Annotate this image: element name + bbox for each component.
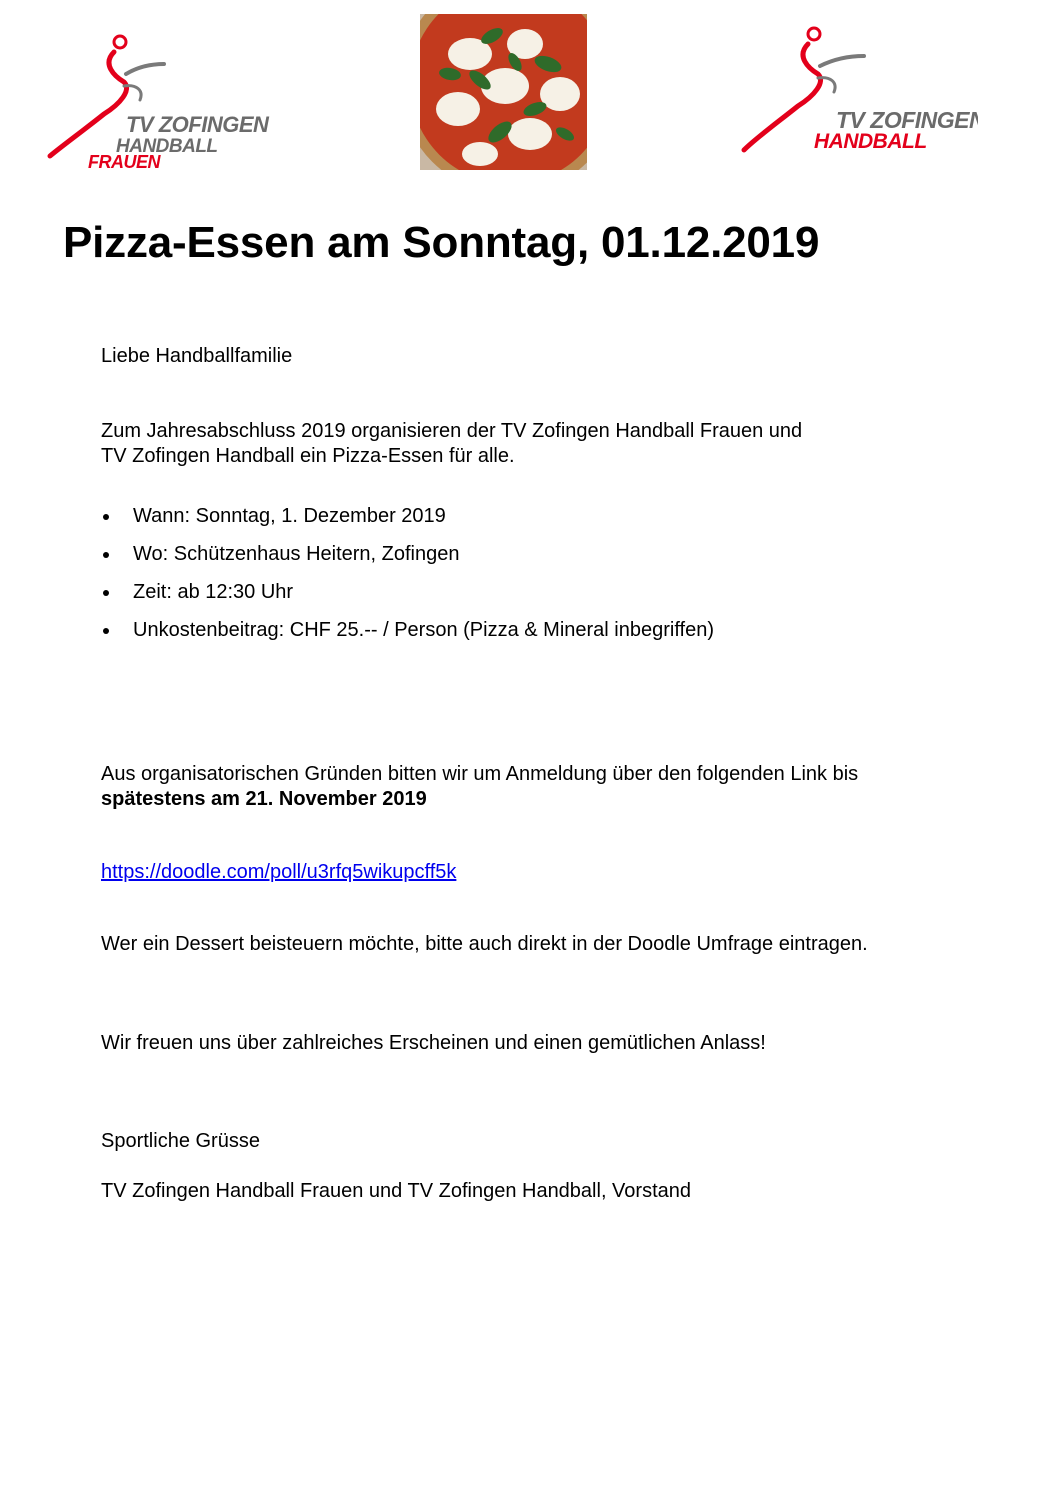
detail-time: Zeit: ab 12:30 Uhr: [133, 581, 294, 603]
logo-left-line1: TV ZOFINGEN: [126, 112, 270, 137]
handball-player-icon: TV ZOFINGEN HANDBALL: [741, 26, 987, 153]
logo-tv-zofingen-handball: TV ZOFINGEN HANDBALL: [738, 24, 987, 159]
regards-text: Sportliche Grüsse: [101, 1130, 260, 1152]
closing-text: Wir freuen uns über zahlreiches Erschein…: [101, 1032, 766, 1054]
page-title: Pizza-Essen am Sonntag, 01.12.2019: [63, 218, 820, 267]
signature-text: TV Zofingen Handball Frauen und TV Zofin…: [101, 1180, 691, 1202]
doodle-link[interactable]: https://doodle.com/poll/u3rfq5wikupcff5k: [101, 861, 456, 883]
intro-line-1: Zum Jahresabschluss 2019 organisieren de…: [101, 420, 803, 442]
bullet-icon: [103, 552, 109, 558]
detail-where: Wo: Schützenhaus Heitern, Zofingen: [133, 543, 460, 565]
bullet-icon: [103, 590, 109, 596]
detail-cost: Unkostenbeitrag: CHF 25.-- / Person (Piz…: [133, 619, 714, 641]
intro-line-2: TV Zofingen Handball ein Pizza-Essen für…: [101, 445, 515, 467]
bullet-icon: [103, 628, 109, 634]
list-item: Wo: Schützenhaus Heitern, Zofingen: [101, 542, 714, 580]
pizza-image: [400, 0, 620, 194]
list-item: Unkostenbeitrag: CHF 25.-- / Person (Piz…: [101, 618, 714, 656]
list-item: Wann: Sonntag, 1. Dezember 2019: [101, 504, 714, 542]
logo-left-line3: FRAUEN: [88, 152, 161, 172]
detail-when: Wann: Sonntag, 1. Dezember 2019: [133, 505, 446, 527]
greeting-text: Liebe Handballfamilie: [101, 345, 293, 367]
dessert-text: Wer ein Dessert beisteuern möchte, bitte…: [101, 933, 868, 955]
list-item: Zeit: ab 12:30 Uhr: [101, 580, 714, 618]
handball-player-icon: TV ZOFINGEN HANDBALL FRAUEN: [47, 34, 271, 172]
logo-right-line2: HANDBALL: [814, 130, 927, 153]
logo-tv-zofingen-handball-frauen: TV ZOFINGEN HANDBALL FRAUEN: [44, 34, 274, 174]
registration-text: Aus organisatorischen Gründen bitten wir…: [101, 763, 859, 785]
doodle-link-paragraph: https://doodle.com/poll/u3rfq5wikupcff5k: [101, 860, 456, 885]
registration-deadline: spätestens am 21. November 2019: [101, 788, 427, 810]
details-list: Wann: Sonntag, 1. Dezember 2019 Wo: Schü…: [101, 504, 714, 656]
bullet-icon: [103, 514, 109, 520]
